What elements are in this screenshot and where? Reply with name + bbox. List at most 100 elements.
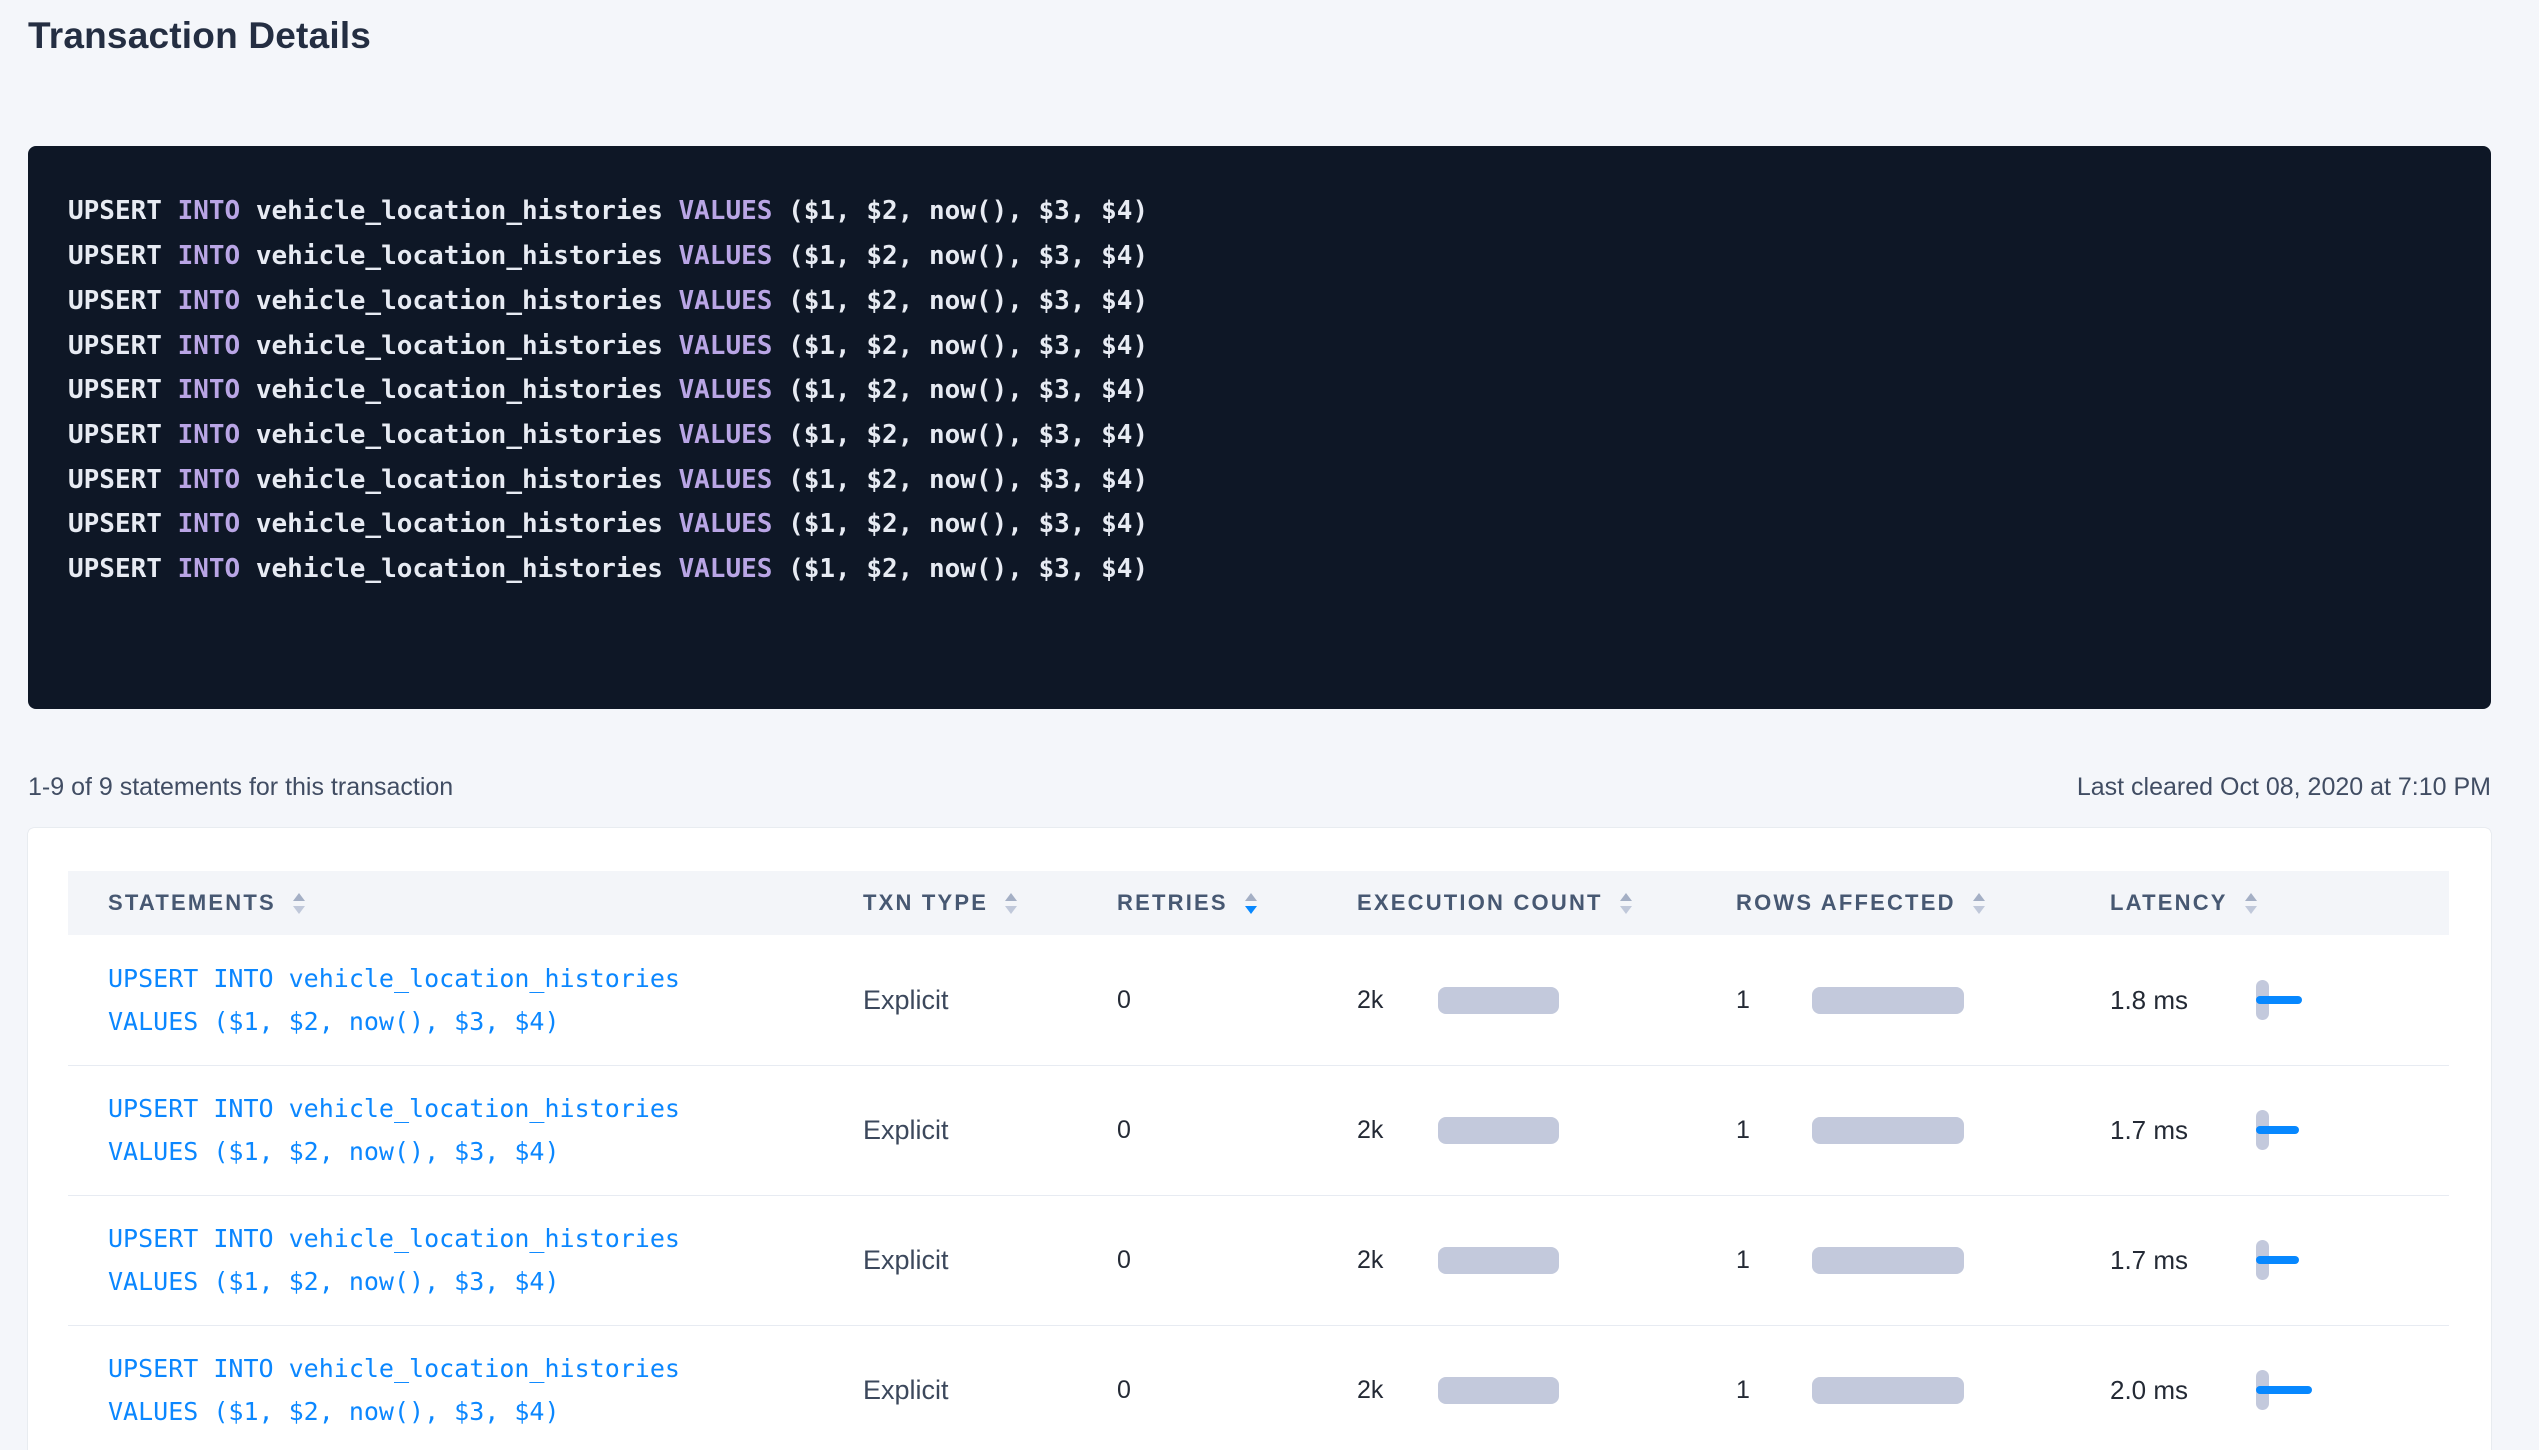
latency-cell: 1.7 ms <box>2110 1236 2449 1284</box>
latency-bar <box>2256 1386 2312 1394</box>
sql-statement-line: UPSERT INTO vehicle_location_histories V… <box>68 458 2451 503</box>
execution-count-bar <box>1438 1247 1559 1274</box>
sql-statement-line: UPSERT INTO vehicle_location_histories V… <box>68 502 2451 547</box>
statement-link[interactable]: UPSERT INTO vehicle_location_histories V… <box>108 1087 823 1173</box>
rows-affected-bar <box>1812 1117 1964 1144</box>
execution-count-value: 2k <box>1357 1116 1438 1145</box>
rows-affected-value: 1 <box>1736 986 1812 1015</box>
statements-range-text: 1-9 of 9 statements for this transaction <box>28 773 453 802</box>
column-header-rows-affected[interactable]: ROWS AFFECTED <box>1696 871 2070 935</box>
execution-count-value: 2k <box>1357 1246 1438 1275</box>
column-header-retries[interactable]: RETRIES <box>1077 871 1317 935</box>
table-header-row: STATEMENTS TXN TYPE RETRIES <box>68 871 2449 935</box>
sort-ascending-icon[interactable] <box>293 893 305 901</box>
statement-cell: UPSERT INTO vehicle_location_histories V… <box>68 1325 823 1450</box>
sort-descending-active-icon[interactable] <box>1245 906 1257 914</box>
txn-type-value: Explicit <box>863 1115 949 1145</box>
sql-statement-line: UPSERT INTO vehicle_location_histories V… <box>68 324 2451 369</box>
table-row: UPSERT INTO vehicle_location_histories V… <box>68 1325 2449 1450</box>
sql-statement-line: UPSERT INTO vehicle_location_histories V… <box>68 234 2451 279</box>
latency-mini-chart <box>2256 1236 2328 1284</box>
retries-value: 0 <box>1117 1116 1131 1144</box>
execution-count-cell: 2k <box>1357 1116 1696 1145</box>
statement-cell: UPSERT INTO vehicle_location_histories V… <box>68 1065 823 1195</box>
sort-descending-icon[interactable] <box>293 906 305 914</box>
rows-affected-bar <box>1812 1247 1964 1274</box>
statements-table-card: STATEMENTS TXN TYPE RETRIES <box>28 828 2491 1450</box>
column-header-latency[interactable]: LATENCY <box>2070 871 2449 935</box>
latency-value: 2.0 ms <box>2110 1375 2256 1406</box>
sql-statement-line: UPSERT INTO vehicle_location_histories V… <box>68 279 2451 324</box>
statements-summary-bar: 1-9 of 9 statements for this transaction… <box>28 773 2491 802</box>
sort-descending-icon[interactable] <box>1973 906 1985 914</box>
execution-count-cell: 2k <box>1357 986 1696 1015</box>
rows-affected-bar <box>1812 987 1964 1014</box>
column-header-statements[interactable]: STATEMENTS <box>68 871 823 935</box>
latency-mini-chart <box>2256 976 2328 1024</box>
sort-ascending-icon[interactable] <box>1620 893 1632 901</box>
sql-statements-box: UPSERT INTO vehicle_location_histories V… <box>28 146 2491 709</box>
execution-count-value: 2k <box>1357 1376 1438 1405</box>
sql-args: ($1, $2, now(), $3, $4) <box>788 196 1148 226</box>
latency-cell: 1.7 ms <box>2110 1106 2449 1154</box>
txn-type-value: Explicit <box>863 1245 949 1275</box>
rows-affected-cell: 1 <box>1736 1116 2070 1145</box>
rows-affected-cell: 1 <box>1736 1246 2070 1275</box>
rows-affected-value: 1 <box>1736 1116 1812 1145</box>
retries-value: 0 <box>1117 986 1131 1014</box>
latency-value: 1.7 ms <box>2110 1245 2256 1276</box>
sql-keyword-into: INTO <box>178 196 256 226</box>
rows-affected-value: 1 <box>1736 1246 1812 1275</box>
statement-cell: UPSERT INTO vehicle_location_histories V… <box>68 1195 823 1325</box>
execution-count-cell: 2k <box>1357 1376 1696 1405</box>
execution-count-value: 2k <box>1357 986 1438 1015</box>
txn-type-value: Explicit <box>863 1375 949 1405</box>
table-row: UPSERT INTO vehicle_location_histories V… <box>68 1065 2449 1195</box>
rows-affected-bar <box>1812 1377 1964 1404</box>
rows-affected-cell: 1 <box>1736 1376 2070 1405</box>
sql-table-name: vehicle_location_histories <box>256 196 679 226</box>
execution-count-bar <box>1438 1377 1559 1404</box>
table-row: UPSERT INTO vehicle_location_histories V… <box>68 935 2449 1065</box>
latency-bar <box>2256 1256 2299 1264</box>
sql-keyword-upsert: UPSERT <box>68 196 178 226</box>
retries-value: 0 <box>1117 1376 1131 1404</box>
rows-affected-value: 1 <box>1736 1376 1812 1405</box>
statement-link[interactable]: UPSERT INTO vehicle_location_histories V… <box>108 957 823 1043</box>
sql-keyword-values: VALUES <box>679 196 789 226</box>
latency-bar <box>2256 996 2302 1004</box>
latency-bar <box>2256 1126 2299 1134</box>
sql-statement-line: UPSERT INTO vehicle_location_histories V… <box>68 189 2451 234</box>
retries-value: 0 <box>1117 1246 1131 1274</box>
execution-count-bar <box>1438 1117 1559 1144</box>
page-title: Transaction Details <box>28 14 2491 58</box>
sort-ascending-icon[interactable] <box>1973 893 1985 901</box>
sort-ascending-icon[interactable] <box>1005 893 1017 901</box>
statements-table: STATEMENTS TXN TYPE RETRIES <box>68 871 2449 1450</box>
execution-count-cell: 2k <box>1357 1246 1696 1275</box>
last-cleared-text: Last cleared Oct 08, 2020 at 7:10 PM <box>2077 773 2491 802</box>
execution-count-bar <box>1438 987 1559 1014</box>
column-header-txn-type[interactable]: TXN TYPE <box>823 871 1077 935</box>
sort-descending-icon[interactable] <box>1620 906 1632 914</box>
transaction-details-page: Transaction Details UPSERT INTO vehicle_… <box>0 0 2539 1450</box>
sort-descending-icon[interactable] <box>1005 906 1017 914</box>
latency-value: 1.8 ms <box>2110 985 2256 1016</box>
sort-ascending-icon[interactable] <box>2245 893 2257 901</box>
latency-mini-chart <box>2256 1366 2328 1414</box>
sort-ascending-icon[interactable] <box>1245 893 1257 901</box>
statement-cell: UPSERT INTO vehicle_location_histories V… <box>68 935 823 1065</box>
table-row: UPSERT INTO vehicle_location_histories V… <box>68 1195 2449 1325</box>
rows-affected-cell: 1 <box>1736 986 2070 1015</box>
latency-mini-chart <box>2256 1106 2328 1154</box>
latency-cell: 1.8 ms <box>2110 976 2449 1024</box>
column-header-execution-count[interactable]: EXECUTION COUNT <box>1317 871 1696 935</box>
statement-link[interactable]: UPSERT INTO vehicle_location_histories V… <box>108 1217 823 1303</box>
txn-type-value: Explicit <box>863 985 949 1015</box>
latency-cell: 2.0 ms <box>2110 1366 2449 1414</box>
statement-link[interactable]: UPSERT INTO vehicle_location_histories V… <box>108 1347 823 1433</box>
sql-statement-line: UPSERT INTO vehicle_location_histories V… <box>68 413 2451 458</box>
latency-value: 1.7 ms <box>2110 1115 2256 1146</box>
sql-statement-line: UPSERT INTO vehicle_location_histories V… <box>68 547 2451 592</box>
sort-descending-icon[interactable] <box>2245 906 2257 914</box>
